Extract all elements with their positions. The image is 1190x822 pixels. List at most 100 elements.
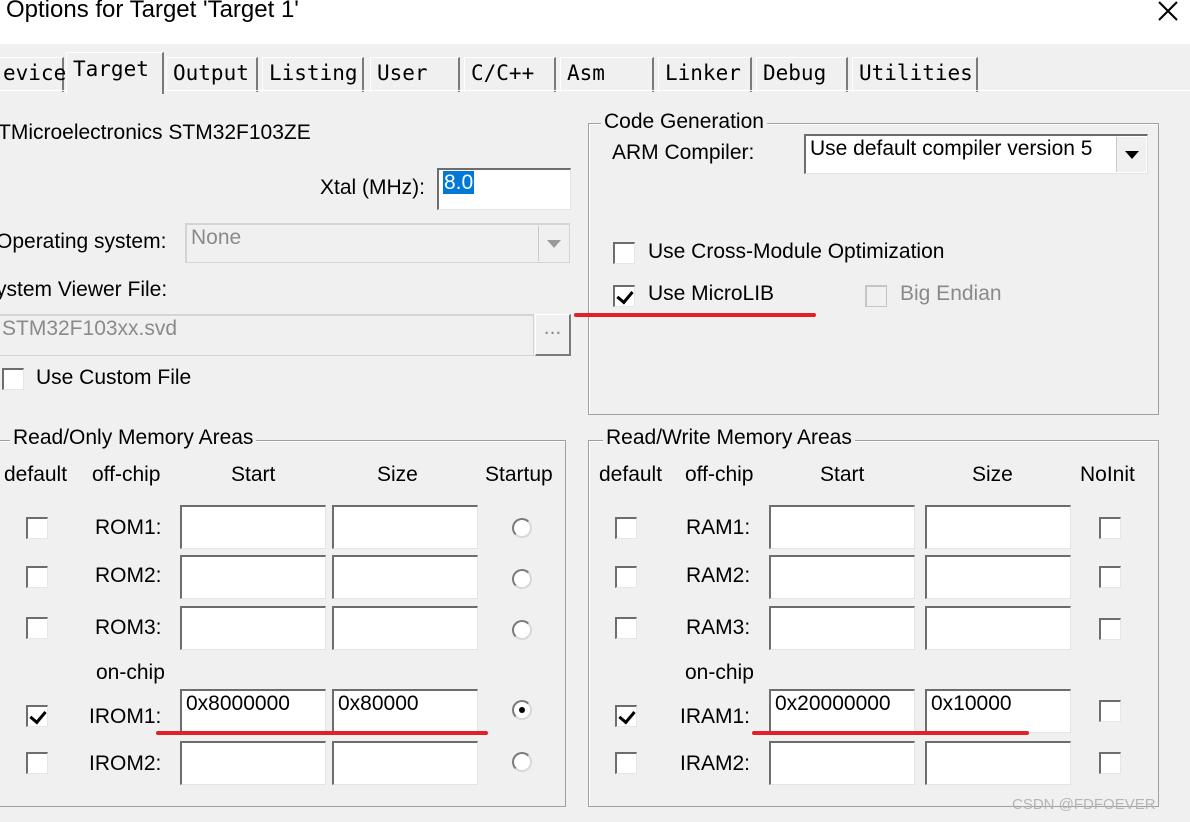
tab-user[interactable]: User <box>370 57 460 92</box>
tab-target[interactable]: Target <box>66 52 164 94</box>
iram2-default-checkbox[interactable] <box>615 752 637 774</box>
tab-bar: evice Target Output Listing User C/C++ A… <box>0 44 1190 94</box>
microlib-annotation <box>574 313 816 317</box>
window-title: Options for Target 'Target 1' <box>6 0 299 23</box>
ram-header-start: Start <box>820 463 865 486</box>
iram1-noinit-checkbox[interactable] <box>1099 700 1121 722</box>
title-bar: Options for Target 'Target 1' <box>0 0 1190 44</box>
iram1-default-checkbox[interactable] <box>615 705 637 727</box>
rom3-size-input[interactable] <box>332 606 478 650</box>
cross-module-label: Use Cross-Module Optimization <box>648 240 945 263</box>
tab-linker[interactable]: Linker <box>658 57 752 92</box>
irom2-start-input[interactable] <box>180 741 326 785</box>
tab-device[interactable]: evice <box>0 57 66 92</box>
rom2-label: ROM2: <box>95 564 162 587</box>
rom-header-start: Start <box>231 463 276 486</box>
irom2-default-checkbox[interactable] <box>26 752 48 774</box>
rom1-size-input[interactable] <box>332 505 478 549</box>
iram1-annotation <box>752 731 1029 735</box>
tab-output[interactable]: Output <box>166 57 258 92</box>
ram-onchip-label: on-chip <box>685 661 754 684</box>
big-endian-checkbox[interactable] <box>865 285 887 307</box>
rom1-startup-radio[interactable] <box>512 518 532 538</box>
ram1-noinit-checkbox[interactable] <box>1099 517 1121 539</box>
ram2-label: RAM2: <box>686 564 751 587</box>
tab-utilities[interactable]: Utilities <box>852 57 978 92</box>
rom3-start-input[interactable] <box>180 606 326 650</box>
ram1-default-checkbox[interactable] <box>615 517 637 539</box>
irom1-default-checkbox[interactable] <box>26 705 48 727</box>
tab-listing[interactable]: Listing <box>262 57 364 92</box>
ram3-noinit-checkbox[interactable] <box>1099 618 1121 640</box>
rom2-startup-radio[interactable] <box>512 569 532 589</box>
rom1-label: ROM1: <box>95 516 162 539</box>
ram1-start-input[interactable] <box>769 505 915 549</box>
iram2-size-input[interactable] <box>925 741 1071 785</box>
microlib-label: Use MicroLIB <box>648 282 775 305</box>
svd-browse-button[interactable]: ... <box>535 314 571 356</box>
rom2-size-input[interactable] <box>332 555 478 599</box>
ram-header-offchip: off-chip <box>685 463 754 486</box>
chevron-down-icon <box>538 226 568 261</box>
ram2-default-checkbox[interactable] <box>615 566 637 588</box>
ram2-start-input[interactable] <box>769 555 915 599</box>
os-select[interactable]: None <box>185 223 570 263</box>
irom1-size-input[interactable]: 0x80000 <box>332 689 478 733</box>
rom-header-default: default <box>4 463 68 486</box>
ram-header-noinit: NoInit <box>1080 463 1135 486</box>
rom3-startup-radio[interactable] <box>512 620 532 640</box>
ram-header-size: Size <box>972 463 1013 486</box>
iram1-size-input[interactable]: 0x10000 <box>925 689 1071 733</box>
tab-debug[interactable]: Debug <box>756 57 848 92</box>
irom2-size-input[interactable] <box>332 741 478 785</box>
irom1-label: IROM1: <box>89 705 162 728</box>
ram1-size-input[interactable] <box>925 505 1071 549</box>
iram1-label: IRAM1: <box>680 705 751 728</box>
xtal-input[interactable]: 8.0 <box>437 168 571 210</box>
tab-asm[interactable]: Asm <box>560 57 654 92</box>
tab-panel-border <box>0 90 1190 91</box>
ram-areas-legend: Read/Write Memory Areas <box>603 426 855 450</box>
watermark: CSDN @FDFOEVER <box>1012 796 1156 813</box>
iram1-start-input[interactable]: 0x20000000 <box>769 689 915 733</box>
ram1-label: RAM1: <box>686 516 751 539</box>
irom1-startup-radio[interactable] <box>512 700 532 720</box>
microlib-checkbox[interactable] <box>613 285 635 307</box>
svd-label: ystem Viewer File: <box>0 278 168 301</box>
rom3-default-checkbox[interactable] <box>26 617 48 639</box>
os-label: Operating system: <box>0 230 167 253</box>
rom-header-size: Size <box>377 463 418 486</box>
ram3-size-input[interactable] <box>925 606 1071 650</box>
rom-header-offchip: off-chip <box>92 463 161 486</box>
ram2-size-input[interactable] <box>925 555 1071 599</box>
ram2-noinit-checkbox[interactable] <box>1099 566 1121 588</box>
device-name: TMicroelectronics STM32F103ZE <box>0 121 311 144</box>
code-generation-legend: Code Generation <box>601 110 767 134</box>
arm-compiler-label: ARM Compiler: <box>612 141 755 164</box>
big-endian-label: Big Endian <box>900 282 1002 305</box>
rom1-start-input[interactable] <box>180 505 326 549</box>
use-custom-file-checkbox[interactable] <box>2 368 24 390</box>
cross-module-checkbox[interactable] <box>613 242 635 264</box>
rom3-label: ROM3: <box>95 616 162 639</box>
svd-input[interactable]: STM32F103xx.svd <box>0 314 534 356</box>
close-icon[interactable] <box>1153 0 1183 26</box>
irom2-startup-radio[interactable] <box>512 752 532 772</box>
arm-compiler-select[interactable]: Use default compiler version 5 <box>804 134 1148 174</box>
rom2-default-checkbox[interactable] <box>26 566 48 588</box>
rom-header-startup: Startup <box>485 463 553 486</box>
irom2-label: IROM2: <box>89 752 162 775</box>
ram3-start-input[interactable] <box>769 606 915 650</box>
ram3-default-checkbox[interactable] <box>615 617 637 639</box>
ram3-label: RAM3: <box>686 616 751 639</box>
rom2-start-input[interactable] <box>180 555 326 599</box>
irom1-start-input[interactable]: 0x8000000 <box>180 689 326 733</box>
rom1-default-checkbox[interactable] <box>26 517 48 539</box>
tab-c-cpp[interactable]: C/C++ <box>464 57 556 92</box>
iram2-start-input[interactable] <box>769 741 915 785</box>
rom-areas-legend: Read/Only Memory Areas <box>10 426 257 450</box>
rom-onchip-label: on-chip <box>96 661 165 684</box>
iram2-noinit-checkbox[interactable] <box>1099 752 1121 774</box>
xtal-label: Xtal (MHz): <box>320 176 425 199</box>
use-custom-file-label: Use Custom File <box>36 366 192 389</box>
